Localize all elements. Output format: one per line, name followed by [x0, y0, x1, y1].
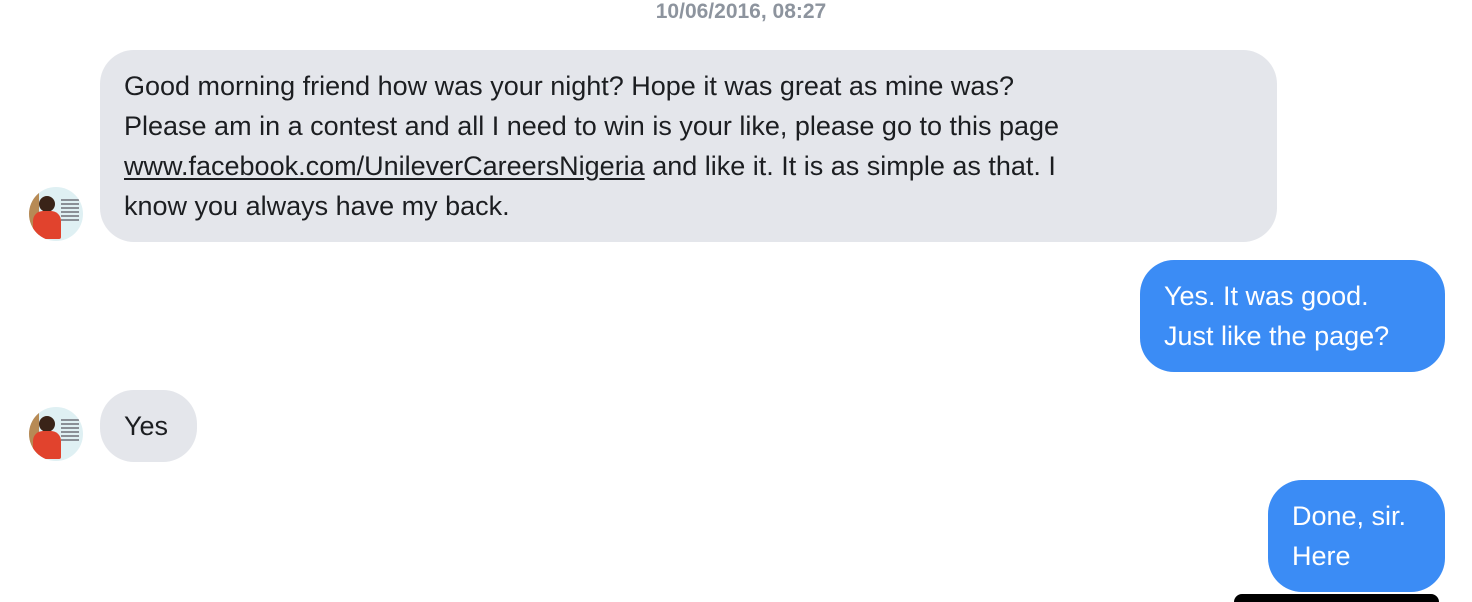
incoming-message-bubble[interactable]: Good morning friend how was your night? … [100, 50, 1277, 242]
message-line: Good morning friend how was your night? … [124, 71, 1014, 101]
outgoing-message-bubble[interactable]: Yes. It was good. Just like the page? [1140, 260, 1445, 372]
message-line: Done, sir. [1292, 501, 1407, 531]
composer-edge [1234, 594, 1439, 602]
message-timestamp: 10/06/2016, 08:27 [655, 0, 827, 23]
avatar-face [39, 416, 55, 432]
facebook-page-link[interactable]: www.facebook.com/UnileverCareersNigeria [124, 151, 645, 181]
avatar-shirt [33, 211, 61, 239]
message-line: Yes. It was good. [1164, 281, 1369, 311]
contact-avatar[interactable] [29, 407, 83, 461]
avatar-caption-lines [61, 199, 79, 223]
message-line-with-link: www.facebook.com/UnileverCareersNigeria … [124, 146, 1253, 186]
avatar-caption-lines [61, 419, 79, 443]
message-line: Just like the page? [1164, 321, 1390, 351]
message-line-text: and like it. It is as simple as that. I [652, 151, 1056, 181]
message-text: Yes [124, 411, 169, 441]
avatar-shirt [33, 431, 61, 459]
message-line: know you always have my back. [124, 191, 510, 221]
message-line: Please am in a contest and all I need to… [124, 111, 1060, 141]
message-line: Here [1292, 541, 1351, 571]
contact-avatar[interactable] [29, 187, 83, 241]
incoming-message-bubble[interactable]: Yes [100, 390, 197, 462]
avatar-face [39, 196, 55, 212]
outgoing-message-bubble[interactable]: Done, sir. Here [1268, 480, 1445, 592]
